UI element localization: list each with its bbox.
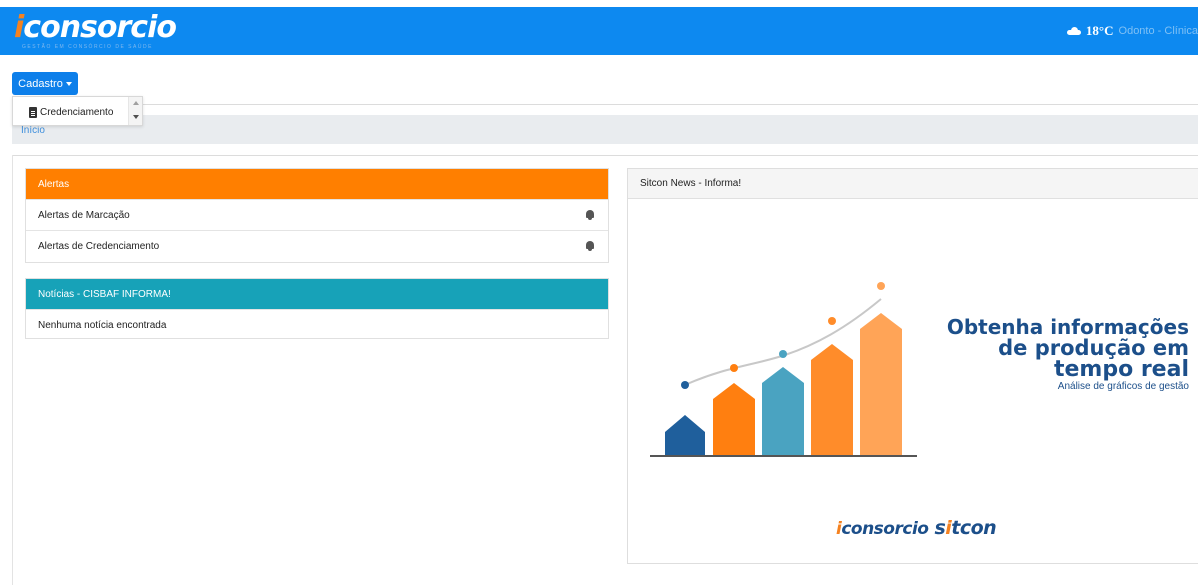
chart-bar-3 [762,367,804,456]
menu-item-label: Credenciamento [40,107,114,118]
empty-text: Nenhuma notícia encontrada [38,319,167,331]
headline-subline: Análise de gráficos de gestão [1057,381,1189,392]
logo-subtitle: GESTÃO EM CONSÓRCIO DE SAÚDE [22,44,153,50]
chart-bar-1-body [665,415,705,456]
menu-item-credenciamento[interactable]: Credenciamento [29,107,113,118]
breadcrumb: Início [12,115,1198,144]
iconsorcio-logo: iconsorcio [836,519,929,539]
chart-bar-2 [713,383,755,456]
alerts-card-header: Alertas [26,169,608,199]
dropdown-scrollbar[interactable] [128,97,142,125]
headline-line-2: de produção em [998,336,1189,360]
chart-point-4 [828,317,836,325]
sitcon-logo: sitcon [934,517,997,539]
news-empty-message: Nenhuma notícia encontrada [26,309,608,340]
bell-icon [585,209,595,221]
top-navbar: iconsorcio GESTÃO EM CONSÓRCIO DE SAÚDE … [0,7,1198,55]
banner-headline: Obtenha informações de produção em tempo… [947,317,1189,393]
sitcon-news-panel: Sitcon News - Informa! Obtenha informaçõ… [627,168,1198,564]
alert-item-label: Alertas de Marcação [38,209,130,221]
cisbaf-news-card: Notícias - CISBAF INFORMA! Nenhuma notíc… [25,278,609,339]
chart-point-5 [877,282,885,290]
alert-item-credenciamento[interactable]: Alertas de Credenciamento [26,230,608,261]
sitcon-news-header: Sitcon News - Informa! [628,169,1198,199]
banner-brand-logos: iconsorcio sitcon [836,517,997,539]
weather-widget: 18°C Odonto - Clínica [1066,23,1198,39]
alert-item-marcacao[interactable]: Alertas de Marcação [26,199,608,230]
chart-point-3 [779,350,787,358]
alerts-card: Alertas Alertas de Marcação Alertas de C… [25,168,609,263]
caret-down-icon [65,82,72,86]
temperature: 18°C [1085,23,1114,38]
cadastro-label: Cadastro [18,77,63,90]
chart-bar-4 [811,344,853,456]
scroll-up-icon[interactable] [133,101,139,105]
divider [12,104,1198,105]
logo-wordmark: iconsorcio [14,10,177,45]
cadastro-dropdown-button[interactable]: Cadastro [12,72,78,95]
document-icon [29,107,37,118]
divider [12,155,1198,156]
growth-chart-illustration [650,282,917,457]
cadastro-dropdown-menu: Credenciamento [12,96,143,126]
weather-location: Odonto - Clínica [1118,25,1198,37]
headline-line-1: Obtenha informações [946,315,1189,339]
headline-line-3: tempo real [1053,357,1189,382]
chart-point-2 [730,364,738,372]
cloud-icon [1066,27,1081,35]
chart-point-1 [681,381,689,389]
bell-icon [585,240,595,252]
alert-item-label: Alertas de Credenciamento [38,240,160,252]
content-border [12,155,13,585]
chart-bar-5 [860,313,902,456]
breadcrumb-home-link[interactable]: Início [21,125,45,136]
cisbaf-news-header: Notícias - CISBAF INFORMA! [26,279,608,309]
scroll-down-icon[interactable] [133,115,139,119]
